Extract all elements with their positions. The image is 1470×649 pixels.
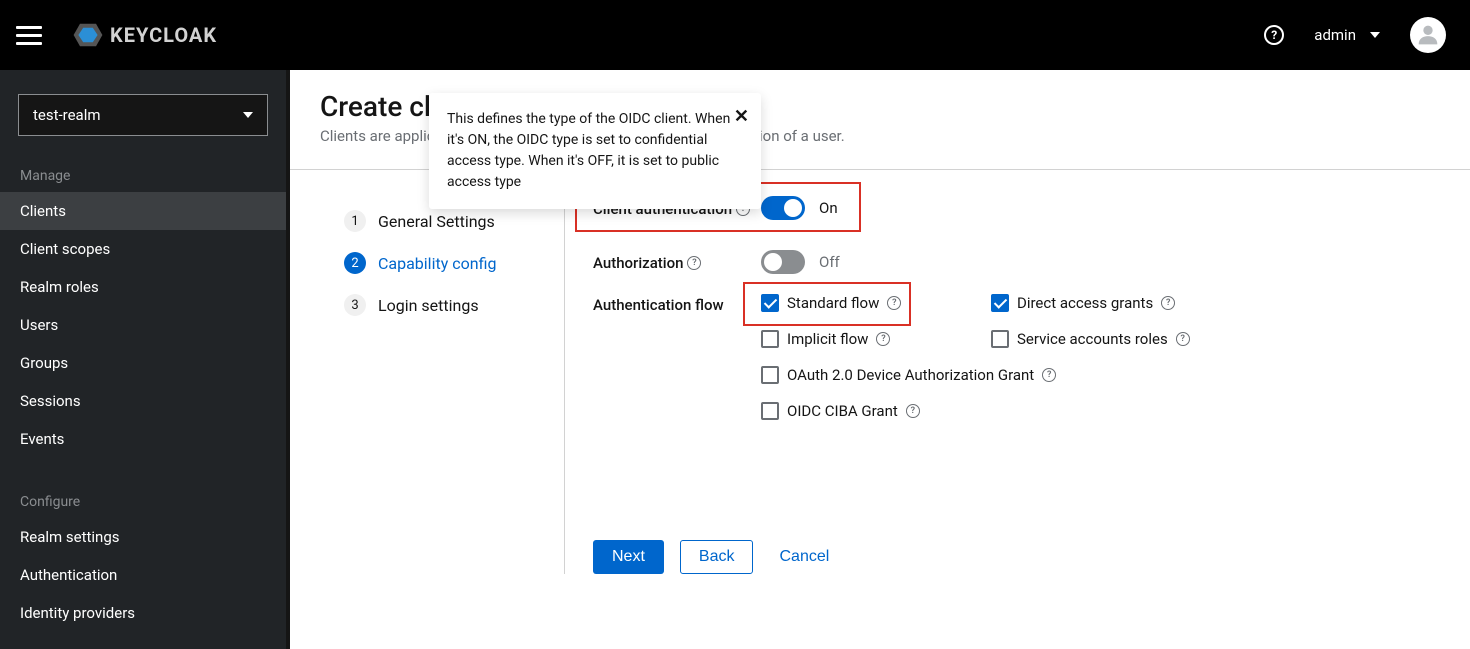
- sidebar-section-configure: Configure: [0, 480, 286, 518]
- checkbox-oidc-ciba-grant[interactable]: OIDC CIBA Grant ?: [761, 402, 1251, 420]
- checkbox-implicit-flow[interactable]: Implicit flow ?: [761, 330, 991, 348]
- row-authentication-flow: Authentication flow Standard flow ?: [593, 294, 1440, 420]
- next-button[interactable]: Next: [593, 540, 664, 574]
- avatar[interactable]: [1410, 17, 1446, 53]
- sidebar-section-manage: Manage: [0, 154, 286, 192]
- checkbox-icon[interactable]: [761, 294, 779, 312]
- row-authorization: Authorization ? Off: [593, 250, 1440, 274]
- label-authorization: Authorization ?: [593, 250, 761, 272]
- wizard-steps: 1 General Settings 2 Capability config 3…: [320, 196, 565, 574]
- keycloak-logo-icon: [72, 19, 104, 51]
- toggle-label-client-auth: On: [819, 199, 838, 217]
- wizard-buttons: Next Back Cancel: [593, 540, 1440, 574]
- sidebar: test-realm Manage Clients Client scopes …: [0, 70, 290, 649]
- brand-text: KEYCLOAK: [110, 23, 217, 47]
- help-icon[interactable]: ?: [1042, 368, 1056, 382]
- toggle-client-authentication[interactable]: [761, 196, 805, 220]
- label-authentication-flow: Authentication flow: [593, 294, 761, 314]
- help-icon[interactable]: ?: [906, 404, 920, 418]
- realm-selector[interactable]: test-realm: [18, 94, 268, 136]
- tooltip-client-authentication: This defines the type of the OIDC client…: [429, 93, 761, 209]
- help-icon[interactable]: ?: [1176, 332, 1190, 346]
- checkbox-icon[interactable]: [761, 330, 779, 348]
- wizard-step-capability[interactable]: 2 Capability config: [344, 242, 564, 284]
- hamburger-menu-icon[interactable]: [16, 21, 44, 49]
- toggle-label-authorization: Off: [819, 253, 840, 271]
- help-icon[interactable]: ?: [1264, 25, 1284, 45]
- help-icon[interactable]: ?: [1161, 296, 1175, 310]
- close-icon[interactable]: ✕: [734, 103, 749, 130]
- cancel-button[interactable]: Cancel: [769, 541, 839, 573]
- sidebar-item-client-scopes[interactable]: Client scopes: [0, 230, 286, 268]
- sidebar-item-groups[interactable]: Groups: [0, 344, 286, 382]
- app-header: KEYCLOAK ? admin: [0, 0, 1470, 70]
- realm-name: test-realm: [33, 106, 101, 124]
- checkbox-icon[interactable]: [991, 294, 1009, 312]
- sidebar-item-identity-providers[interactable]: Identity providers: [0, 594, 286, 632]
- user-menu[interactable]: admin: [1314, 26, 1380, 44]
- help-icon[interactable]: ?: [876, 332, 890, 346]
- back-button[interactable]: Back: [680, 540, 754, 574]
- checkbox-icon[interactable]: [991, 330, 1009, 348]
- sidebar-item-sessions[interactable]: Sessions: [0, 382, 286, 420]
- checkbox-oauth-device-grant[interactable]: OAuth 2.0 Device Authorization Grant ?: [761, 366, 1251, 384]
- wizard-step-login[interactable]: 3 Login settings: [344, 284, 564, 326]
- sidebar-item-realm-settings[interactable]: Realm settings: [0, 518, 286, 556]
- form-area: Client authentication ? On: [565, 196, 1440, 574]
- chevron-down-icon: [243, 112, 253, 118]
- checkbox-standard-flow[interactable]: Standard flow ?: [761, 294, 991, 312]
- checkbox-service-accounts-roles[interactable]: Service accounts roles ?: [991, 330, 1251, 348]
- brand-logo[interactable]: KEYCLOAK: [72, 19, 217, 51]
- sidebar-item-realm-roles[interactable]: Realm roles: [0, 268, 286, 306]
- sidebar-item-clients[interactable]: Clients: [0, 192, 286, 230]
- sidebar-item-authentication[interactable]: Authentication: [0, 556, 286, 594]
- username-label: admin: [1314, 26, 1356, 44]
- toggle-authorization[interactable]: [761, 250, 805, 274]
- checkbox-direct-access-grants[interactable]: Direct access grants ?: [991, 294, 1251, 312]
- sidebar-item-users[interactable]: Users: [0, 306, 286, 344]
- tooltip-text: This defines the type of the OIDC client…: [447, 111, 730, 190]
- chevron-down-icon: [1370, 32, 1380, 38]
- help-icon[interactable]: ?: [687, 256, 701, 270]
- avatar-icon: [1414, 21, 1442, 49]
- checkbox-icon[interactable]: [761, 366, 779, 384]
- help-icon[interactable]: ?: [887, 296, 901, 310]
- sidebar-item-events[interactable]: Events: [0, 420, 286, 458]
- checkbox-icon[interactable]: [761, 402, 779, 420]
